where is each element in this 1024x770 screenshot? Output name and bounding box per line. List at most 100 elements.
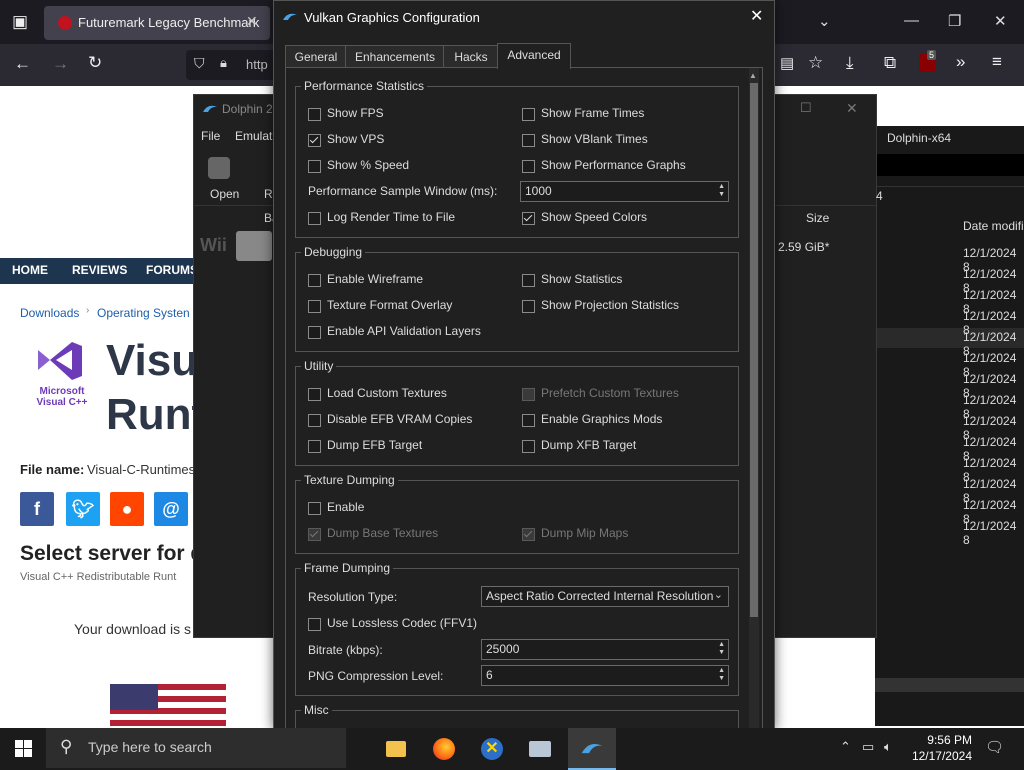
volume-muted-icon[interactable]: 🔈︎ — [884, 739, 892, 755]
tex-overlay-checkbox[interactable] — [308, 300, 321, 313]
reload-icon[interactable]: ↻ — [88, 53, 102, 73]
disable-efb-checkbox[interactable] — [308, 414, 321, 427]
close-tab-icon[interactable]: ✕ — [246, 13, 258, 30]
proj-stats-checkbox[interactable] — [522, 300, 535, 313]
dump-xfb-checkbox[interactable] — [522, 440, 535, 453]
scroll-up-icon[interactable]: ▲ — [749, 71, 757, 80]
tab-overview-icon[interactable]: ▣ — [12, 12, 28, 32]
facebook-share-icon[interactable]: f — [20, 492, 54, 526]
firefox-app-icon[interactable] — [424, 732, 464, 766]
proj-stats-label[interactable]: Show Projection Statistics — [541, 298, 679, 312]
restore-icon[interactable]: ❐ — [948, 12, 961, 30]
sample-window-spinbox[interactable]: 1000 ▲ ▼ — [520, 181, 729, 202]
api-validation-checkbox[interactable] — [308, 326, 321, 339]
menu-icon[interactable]: ≡ — [992, 52, 1002, 72]
close-icon[interactable]: ✕ — [750, 6, 763, 26]
show-speed-label[interactable]: Show % Speed — [327, 158, 409, 172]
show-fps-checkbox[interactable] — [308, 108, 321, 121]
downloads-icon[interactable]: ⤓ — [846, 53, 854, 73]
maximize-icon[interactable]: ☐ — [800, 100, 812, 116]
api-validation-label[interactable]: Enable API Validation Layers — [327, 324, 481, 338]
show-vps-checkbox[interactable] — [308, 134, 321, 147]
minimize-icon[interactable]: — — [904, 12, 919, 29]
speed-colors-checkbox[interactable] — [522, 212, 535, 225]
texture-dump-enable-label[interactable]: Enable — [327, 500, 364, 514]
resolution-type-select[interactable]: Aspect Ratio Corrected Internal Resoluti… — [481, 586, 729, 607]
show-vblank-label[interactable]: Show VBlank Times — [541, 132, 648, 146]
show-vps-label[interactable]: Show VPS — [327, 132, 384, 146]
log-render-checkbox[interactable] — [308, 212, 321, 225]
taskbar-search[interactable]: ⚲ Type here to search — [46, 728, 346, 768]
clock[interactable]: 9:56 PM 12/17/2024 — [902, 732, 972, 764]
tex-overlay-label[interactable]: Texture Format Overlay — [327, 298, 452, 312]
graphics-mods-checkbox[interactable] — [522, 414, 535, 427]
spin-arrows-icon[interactable]: ▲ ▼ — [718, 641, 725, 657]
bookmark-star-icon[interactable]: ☆ — [808, 53, 823, 73]
dump-efb-checkbox[interactable] — [308, 440, 321, 453]
lossless-codec-label[interactable]: Use Lossless Codec (FFV1) — [327, 616, 477, 630]
dump-xfb-label[interactable]: Dump XFB Target — [541, 438, 636, 452]
xbox-app-icon[interactable]: ✕ — [472, 732, 512, 766]
show-frame-times-checkbox[interactable] — [522, 108, 535, 121]
show-speed-checkbox[interactable] — [308, 160, 321, 173]
tab-enhancements[interactable]: Enhancements — [345, 45, 445, 68]
show-perf-graphs-checkbox[interactable] — [522, 160, 535, 173]
speed-colors-label[interactable]: Show Speed Colors — [541, 210, 647, 224]
scrollbar-thumb[interactable] — [750, 83, 758, 617]
close-window-icon[interactable]: ✕ — [994, 12, 1007, 30]
size-header[interactable]: Size — [806, 211, 829, 225]
spin-arrows-icon[interactable]: ▲ ▼ — [718, 667, 725, 683]
menu-file[interactable]: File — [201, 129, 220, 143]
menu-emulation[interactable]: Emulati — [235, 129, 275, 143]
png-compression-spinbox[interactable]: 6 ▲ ▼ — [481, 665, 729, 686]
texture-dump-enable-checkbox[interactable] — [308, 502, 321, 515]
extensions-icon[interactable]: ⧉ — [884, 53, 896, 73]
lossless-codec-checkbox[interactable] — [308, 618, 321, 631]
disable-efb-label[interactable]: Disable EFB VRAM Copies — [327, 412, 472, 426]
tab-general[interactable]: General — [285, 45, 347, 68]
reader-view-icon[interactable]: ▤ — [780, 54, 794, 72]
reddit-share-icon[interactable]: ● — [110, 492, 144, 526]
tab-hacks[interactable]: Hacks — [443, 45, 499, 68]
overflow-chevron-icon[interactable]: » — [956, 52, 965, 72]
tab-advanced[interactable]: Advanced — [497, 43, 571, 69]
file-explorer-app-icon[interactable] — [376, 732, 416, 766]
us-flag-server-button[interactable] — [110, 684, 226, 728]
chevron-down-icon[interactable]: ⌄ — [818, 12, 831, 30]
tray-chevron-up-icon[interactable]: ⌃ — [840, 739, 851, 755]
breadcrumb-downloads[interactable]: Downloads — [20, 306, 79, 320]
breadcrumb-os[interactable]: Operating Systen — [97, 306, 190, 320]
date-header[interactable]: Date modifi — [963, 219, 1024, 233]
show-frame-times-label[interactable]: Show Frame Times — [541, 106, 644, 120]
toolbar-open[interactable]: Open — [210, 187, 239, 201]
dolphin-app-icon[interactable] — [568, 728, 616, 770]
windows-start-icon[interactable] — [15, 740, 32, 757]
nav-reviews[interactable]: REVIEWS — [72, 263, 127, 277]
notifications-icon[interactable]: 🗨︎ — [985, 738, 1004, 756]
horizontal-scrollbar[interactable] — [875, 678, 1024, 692]
open-icon[interactable] — [208, 157, 230, 179]
spin-arrows-icon[interactable]: ▲ ▼ — [718, 183, 725, 199]
load-custom-textures-checkbox[interactable] — [308, 388, 321, 401]
twitter-share-icon[interactable]: 🐦︎ — [66, 492, 100, 526]
load-custom-textures-label[interactable]: Load Custom Textures — [327, 386, 447, 400]
show-fps-label[interactable]: Show FPS — [327, 106, 384, 120]
show-vblank-checkbox[interactable] — [522, 134, 535, 147]
wireframe-label[interactable]: Enable Wireframe — [327, 272, 423, 286]
statistics-checkbox[interactable] — [522, 274, 535, 287]
nav-home[interactable]: HOME — [12, 263, 48, 277]
graphics-mods-label[interactable]: Enable Graphics Mods — [541, 412, 662, 426]
bitrate-spinbox[interactable]: 25000 ▲ ▼ — [481, 639, 729, 660]
email-share-icon[interactable]: @ — [154, 492, 188, 526]
log-render-label[interactable]: Log Render Time to File — [327, 210, 455, 224]
browser-tab[interactable]: Futuremark Legacy Benchmark ✕ — [44, 6, 270, 40]
network-tray-icon[interactable]: ▭ — [862, 739, 874, 755]
show-perf-graphs-label[interactable]: Show Performance Graphs — [541, 158, 686, 172]
statistics-label[interactable]: Show Statistics — [541, 272, 622, 286]
network-app-icon[interactable] — [520, 732, 560, 766]
forward-icon[interactable]: → — [52, 54, 69, 74]
dump-efb-label[interactable]: Dump EFB Target — [327, 438, 422, 452]
toolbar-refresh[interactable]: R — [264, 187, 273, 201]
back-icon[interactable]: ← — [14, 54, 31, 74]
nav-forums[interactable]: FORUMS — [146, 263, 198, 277]
